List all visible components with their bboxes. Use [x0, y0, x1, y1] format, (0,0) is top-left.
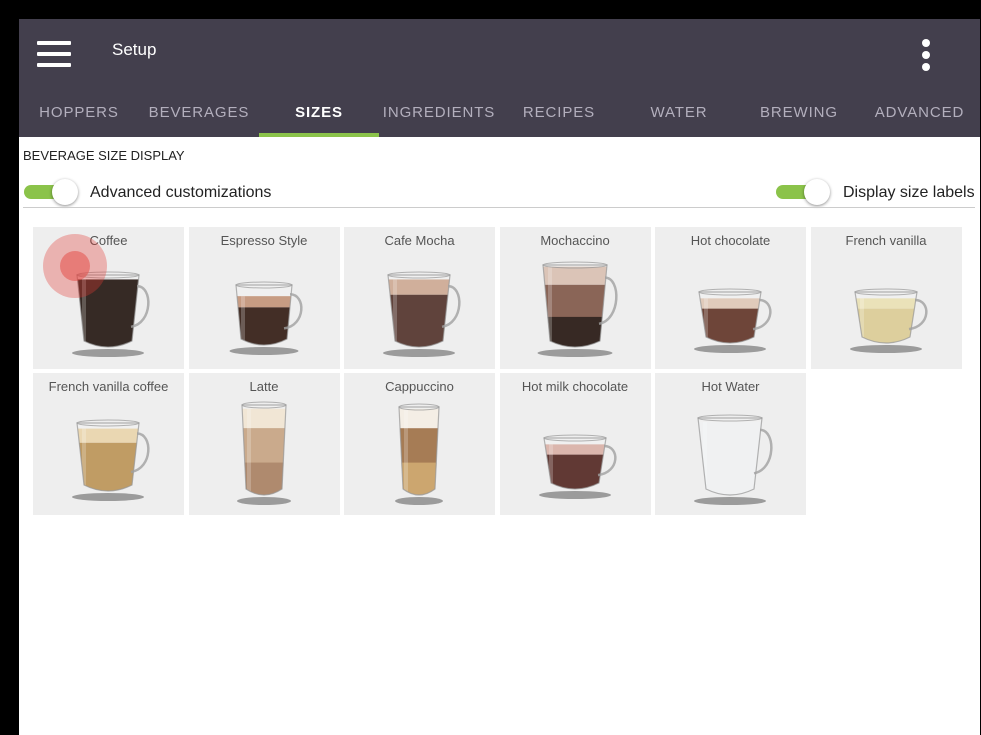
beverage-cup-image: [229, 281, 303, 355]
beverage-cup-image: [849, 288, 928, 353]
beverage-tile[interactable]: Cappuccino: [344, 373, 495, 515]
beverage-tile[interactable]: French vanilla coffee: [33, 373, 184, 515]
beverage-cup-image: [537, 261, 618, 357]
beverage-name: Cappuccino: [385, 379, 454, 394]
tab-sizes[interactable]: SIZES: [259, 91, 379, 137]
app-window: Setup HOPPERS BEVERAGES SIZES INGREDIENT…: [19, 19, 980, 735]
beverage-name: Espresso Style: [220, 233, 308, 248]
beverage-grid: Coffee Espresso Style Cafe Mocha Mochaccino…: [33, 227, 973, 527]
beverage-name: Hot chocolate: [690, 233, 771, 248]
beverage-name: Cafe Mocha: [384, 233, 455, 248]
tab-beverages[interactable]: BEVERAGES: [139, 91, 259, 137]
beverage-cup-image: [236, 401, 291, 505]
display-size-labels-label: Display size labels: [843, 184, 975, 201]
beverage-tile[interactable]: Hot milk chocolate: [499, 373, 651, 515]
tab-bar: HOPPERS BEVERAGES SIZES INGREDIENTS RECI…: [19, 91, 980, 137]
beverage-cup-image: [538, 434, 617, 499]
beverage-name: Hot milk chocolate: [521, 379, 629, 394]
more-vertical-icon[interactable]: [912, 37, 940, 73]
beverage-tile[interactable]: Latte: [188, 373, 340, 515]
beverage-cup-image: [383, 271, 461, 357]
beverage-cup-image: [395, 403, 443, 505]
beverage-tile[interactable]: Hot Water: [655, 373, 806, 515]
beverage-tile[interactable]: French vanilla: [810, 227, 962, 369]
app-bar: Setup HOPPERS BEVERAGES SIZES INGREDIENT…: [19, 19, 980, 137]
beverage-tile[interactable]: Cafe Mocha: [344, 227, 495, 369]
beverage-name: Hot Water: [701, 379, 760, 394]
beverage-name: French vanilla: [845, 233, 927, 248]
tab-advanced[interactable]: ADVANCED: [859, 91, 980, 137]
beverage-tile[interactable]: Espresso Style: [188, 227, 340, 369]
beverage-name: Latte: [249, 379, 279, 394]
beverage-name: Coffee: [89, 233, 128, 248]
beverage-cup-image: [72, 271, 150, 357]
beverage-cup-image: [72, 419, 150, 501]
beverage-tile[interactable]: Hot chocolate: [655, 227, 806, 369]
advanced-customizations-toggle[interactable]: [24, 179, 78, 205]
beverage-cup-image: [694, 414, 773, 505]
beverage-tile[interactable]: Mochaccino: [499, 227, 651, 369]
hamburger-menu-icon[interactable]: [37, 41, 71, 67]
section-title: BEVERAGE SIZE DISPLAY: [23, 148, 185, 163]
beverage-name: Mochaccino: [540, 233, 610, 248]
tab-hoppers[interactable]: HOPPERS: [19, 91, 139, 137]
tab-brewing[interactable]: BREWING: [739, 91, 859, 137]
beverage-tile[interactable]: Coffee: [33, 227, 184, 369]
tab-water[interactable]: WATER: [619, 91, 739, 137]
advanced-customizations-label: Advanced customizations: [90, 184, 272, 201]
beverage-name: French vanilla coffee: [48, 379, 169, 394]
divider: [23, 207, 975, 208]
tab-ingredients[interactable]: INGREDIENTS: [379, 91, 499, 137]
display-size-labels-toggle[interactable]: [776, 179, 830, 205]
tab-recipes[interactable]: RECIPES: [499, 91, 619, 137]
beverage-cup-image: [694, 288, 772, 353]
page-title: Setup: [112, 40, 157, 59]
